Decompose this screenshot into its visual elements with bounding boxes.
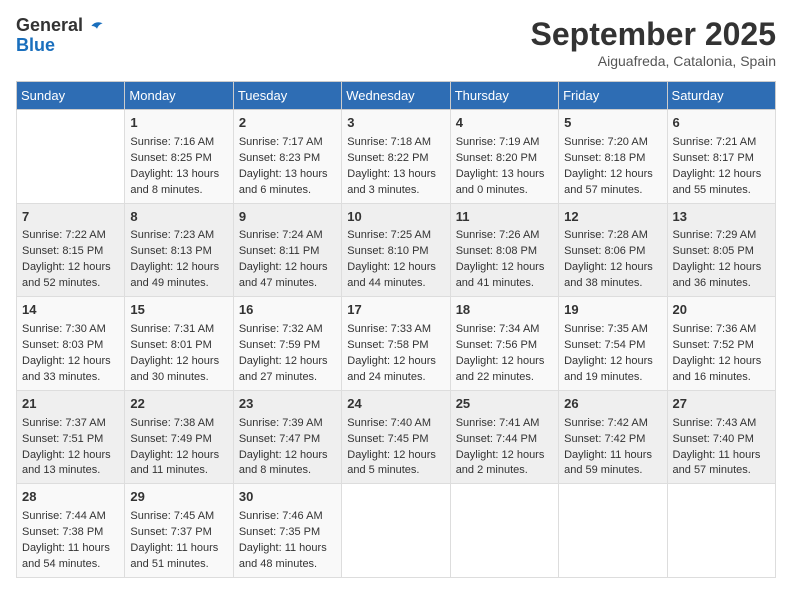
calendar-cell: 23Sunrise: 7:39 AMSunset: 7:47 PMDayligh… [233,390,341,484]
day-number: 17 [347,301,444,320]
calendar-week-row: 21Sunrise: 7:37 AMSunset: 7:51 PMDayligh… [17,390,776,484]
calendar-cell: 25Sunrise: 7:41 AMSunset: 7:44 PMDayligh… [450,390,558,484]
weekday-header-sunday: Sunday [17,82,125,110]
day-number: 20 [673,301,770,320]
day-number: 19 [564,301,661,320]
day-number: 1 [130,114,227,133]
calendar-cell: 24Sunrise: 7:40 AMSunset: 7:45 PMDayligh… [342,390,450,484]
calendar-cell: 10Sunrise: 7:25 AMSunset: 8:10 PMDayligh… [342,203,450,297]
calendar-cell: 13Sunrise: 7:29 AMSunset: 8:05 PMDayligh… [667,203,775,297]
day-number: 26 [564,395,661,414]
day-number: 15 [130,301,227,320]
calendar-cell: 17Sunrise: 7:33 AMSunset: 7:58 PMDayligh… [342,297,450,391]
calendar-cell: 20Sunrise: 7:36 AMSunset: 7:52 PMDayligh… [667,297,775,391]
calendar-cell: 26Sunrise: 7:42 AMSunset: 7:42 PMDayligh… [559,390,667,484]
calendar-cell: 4Sunrise: 7:19 AMSunset: 8:20 PMDaylight… [450,110,558,204]
day-number: 27 [673,395,770,414]
page-header: General Blue September 2025 Aiguafreda, … [16,16,776,69]
logo-general-text: General [16,15,83,35]
weekday-header-thursday: Thursday [450,82,558,110]
day-number: 28 [22,488,119,507]
day-number: 22 [130,395,227,414]
calendar-cell: 29Sunrise: 7:45 AMSunset: 7:37 PMDayligh… [125,484,233,578]
day-number: 7 [22,208,119,227]
calendar-cell: 28Sunrise: 7:44 AMSunset: 7:38 PMDayligh… [17,484,125,578]
logo-blue-text: Blue [16,36,104,56]
calendar-cell: 7Sunrise: 7:22 AMSunset: 8:15 PMDaylight… [17,203,125,297]
month-title: September 2025 [531,16,776,53]
calendar-cell: 11Sunrise: 7:26 AMSunset: 8:08 PMDayligh… [450,203,558,297]
calendar-cell: 22Sunrise: 7:38 AMSunset: 7:49 PMDayligh… [125,390,233,484]
day-number: 10 [347,208,444,227]
day-number: 21 [22,395,119,414]
day-number: 3 [347,114,444,133]
calendar-cell: 6Sunrise: 7:21 AMSunset: 8:17 PMDaylight… [667,110,775,204]
calendar-cell: 8Sunrise: 7:23 AMSunset: 8:13 PMDaylight… [125,203,233,297]
calendar-cell: 12Sunrise: 7:28 AMSunset: 8:06 PMDayligh… [559,203,667,297]
weekday-header-row: SundayMondayTuesdayWednesdayThursdayFrid… [17,82,776,110]
location-text: Aiguafreda, Catalonia, Spain [531,53,776,69]
calendar-cell: 15Sunrise: 7:31 AMSunset: 8:01 PMDayligh… [125,297,233,391]
calendar-cell: 9Sunrise: 7:24 AMSunset: 8:11 PMDaylight… [233,203,341,297]
calendar-cell [450,484,558,578]
calendar-week-row: 1Sunrise: 7:16 AMSunset: 8:25 PMDaylight… [17,110,776,204]
weekday-header-tuesday: Tuesday [233,82,341,110]
day-number: 9 [239,208,336,227]
calendar-cell: 1Sunrise: 7:16 AMSunset: 8:25 PMDaylight… [125,110,233,204]
calendar-cell: 27Sunrise: 7:43 AMSunset: 7:40 PMDayligh… [667,390,775,484]
day-number: 13 [673,208,770,227]
calendar-cell: 16Sunrise: 7:32 AMSunset: 7:59 PMDayligh… [233,297,341,391]
logo: General Blue [16,16,104,56]
weekday-header-monday: Monday [125,82,233,110]
day-number: 6 [673,114,770,133]
day-number: 8 [130,208,227,227]
calendar-cell: 21Sunrise: 7:37 AMSunset: 7:51 PMDayligh… [17,390,125,484]
calendar-cell: 14Sunrise: 7:30 AMSunset: 8:03 PMDayligh… [17,297,125,391]
calendar-cell [559,484,667,578]
calendar-cell: 2Sunrise: 7:17 AMSunset: 8:23 PMDaylight… [233,110,341,204]
title-block: September 2025 Aiguafreda, Catalonia, Sp… [531,16,776,69]
calendar-cell: 5Sunrise: 7:20 AMSunset: 8:18 PMDaylight… [559,110,667,204]
day-number: 24 [347,395,444,414]
weekday-header-wednesday: Wednesday [342,82,450,110]
calendar-cell: 19Sunrise: 7:35 AMSunset: 7:54 PMDayligh… [559,297,667,391]
calendar-week-row: 14Sunrise: 7:30 AMSunset: 8:03 PMDayligh… [17,297,776,391]
calendar-cell: 3Sunrise: 7:18 AMSunset: 8:22 PMDaylight… [342,110,450,204]
day-number: 2 [239,114,336,133]
calendar-week-row: 28Sunrise: 7:44 AMSunset: 7:38 PMDayligh… [17,484,776,578]
day-number: 16 [239,301,336,320]
calendar-cell [17,110,125,204]
logo-bird-icon [90,19,104,33]
calendar-week-row: 7Sunrise: 7:22 AMSunset: 8:15 PMDaylight… [17,203,776,297]
day-number: 25 [456,395,553,414]
day-number: 18 [456,301,553,320]
calendar-cell [667,484,775,578]
calendar-table: SundayMondayTuesdayWednesdayThursdayFrid… [16,81,776,578]
weekday-header-saturday: Saturday [667,82,775,110]
day-number: 14 [22,301,119,320]
day-number: 5 [564,114,661,133]
day-number: 30 [239,488,336,507]
day-number: 23 [239,395,336,414]
day-number: 11 [456,208,553,227]
calendar-cell: 30Sunrise: 7:46 AMSunset: 7:35 PMDayligh… [233,484,341,578]
day-number: 12 [564,208,661,227]
calendar-cell [342,484,450,578]
calendar-cell: 18Sunrise: 7:34 AMSunset: 7:56 PMDayligh… [450,297,558,391]
day-number: 29 [130,488,227,507]
weekday-header-friday: Friday [559,82,667,110]
day-number: 4 [456,114,553,133]
